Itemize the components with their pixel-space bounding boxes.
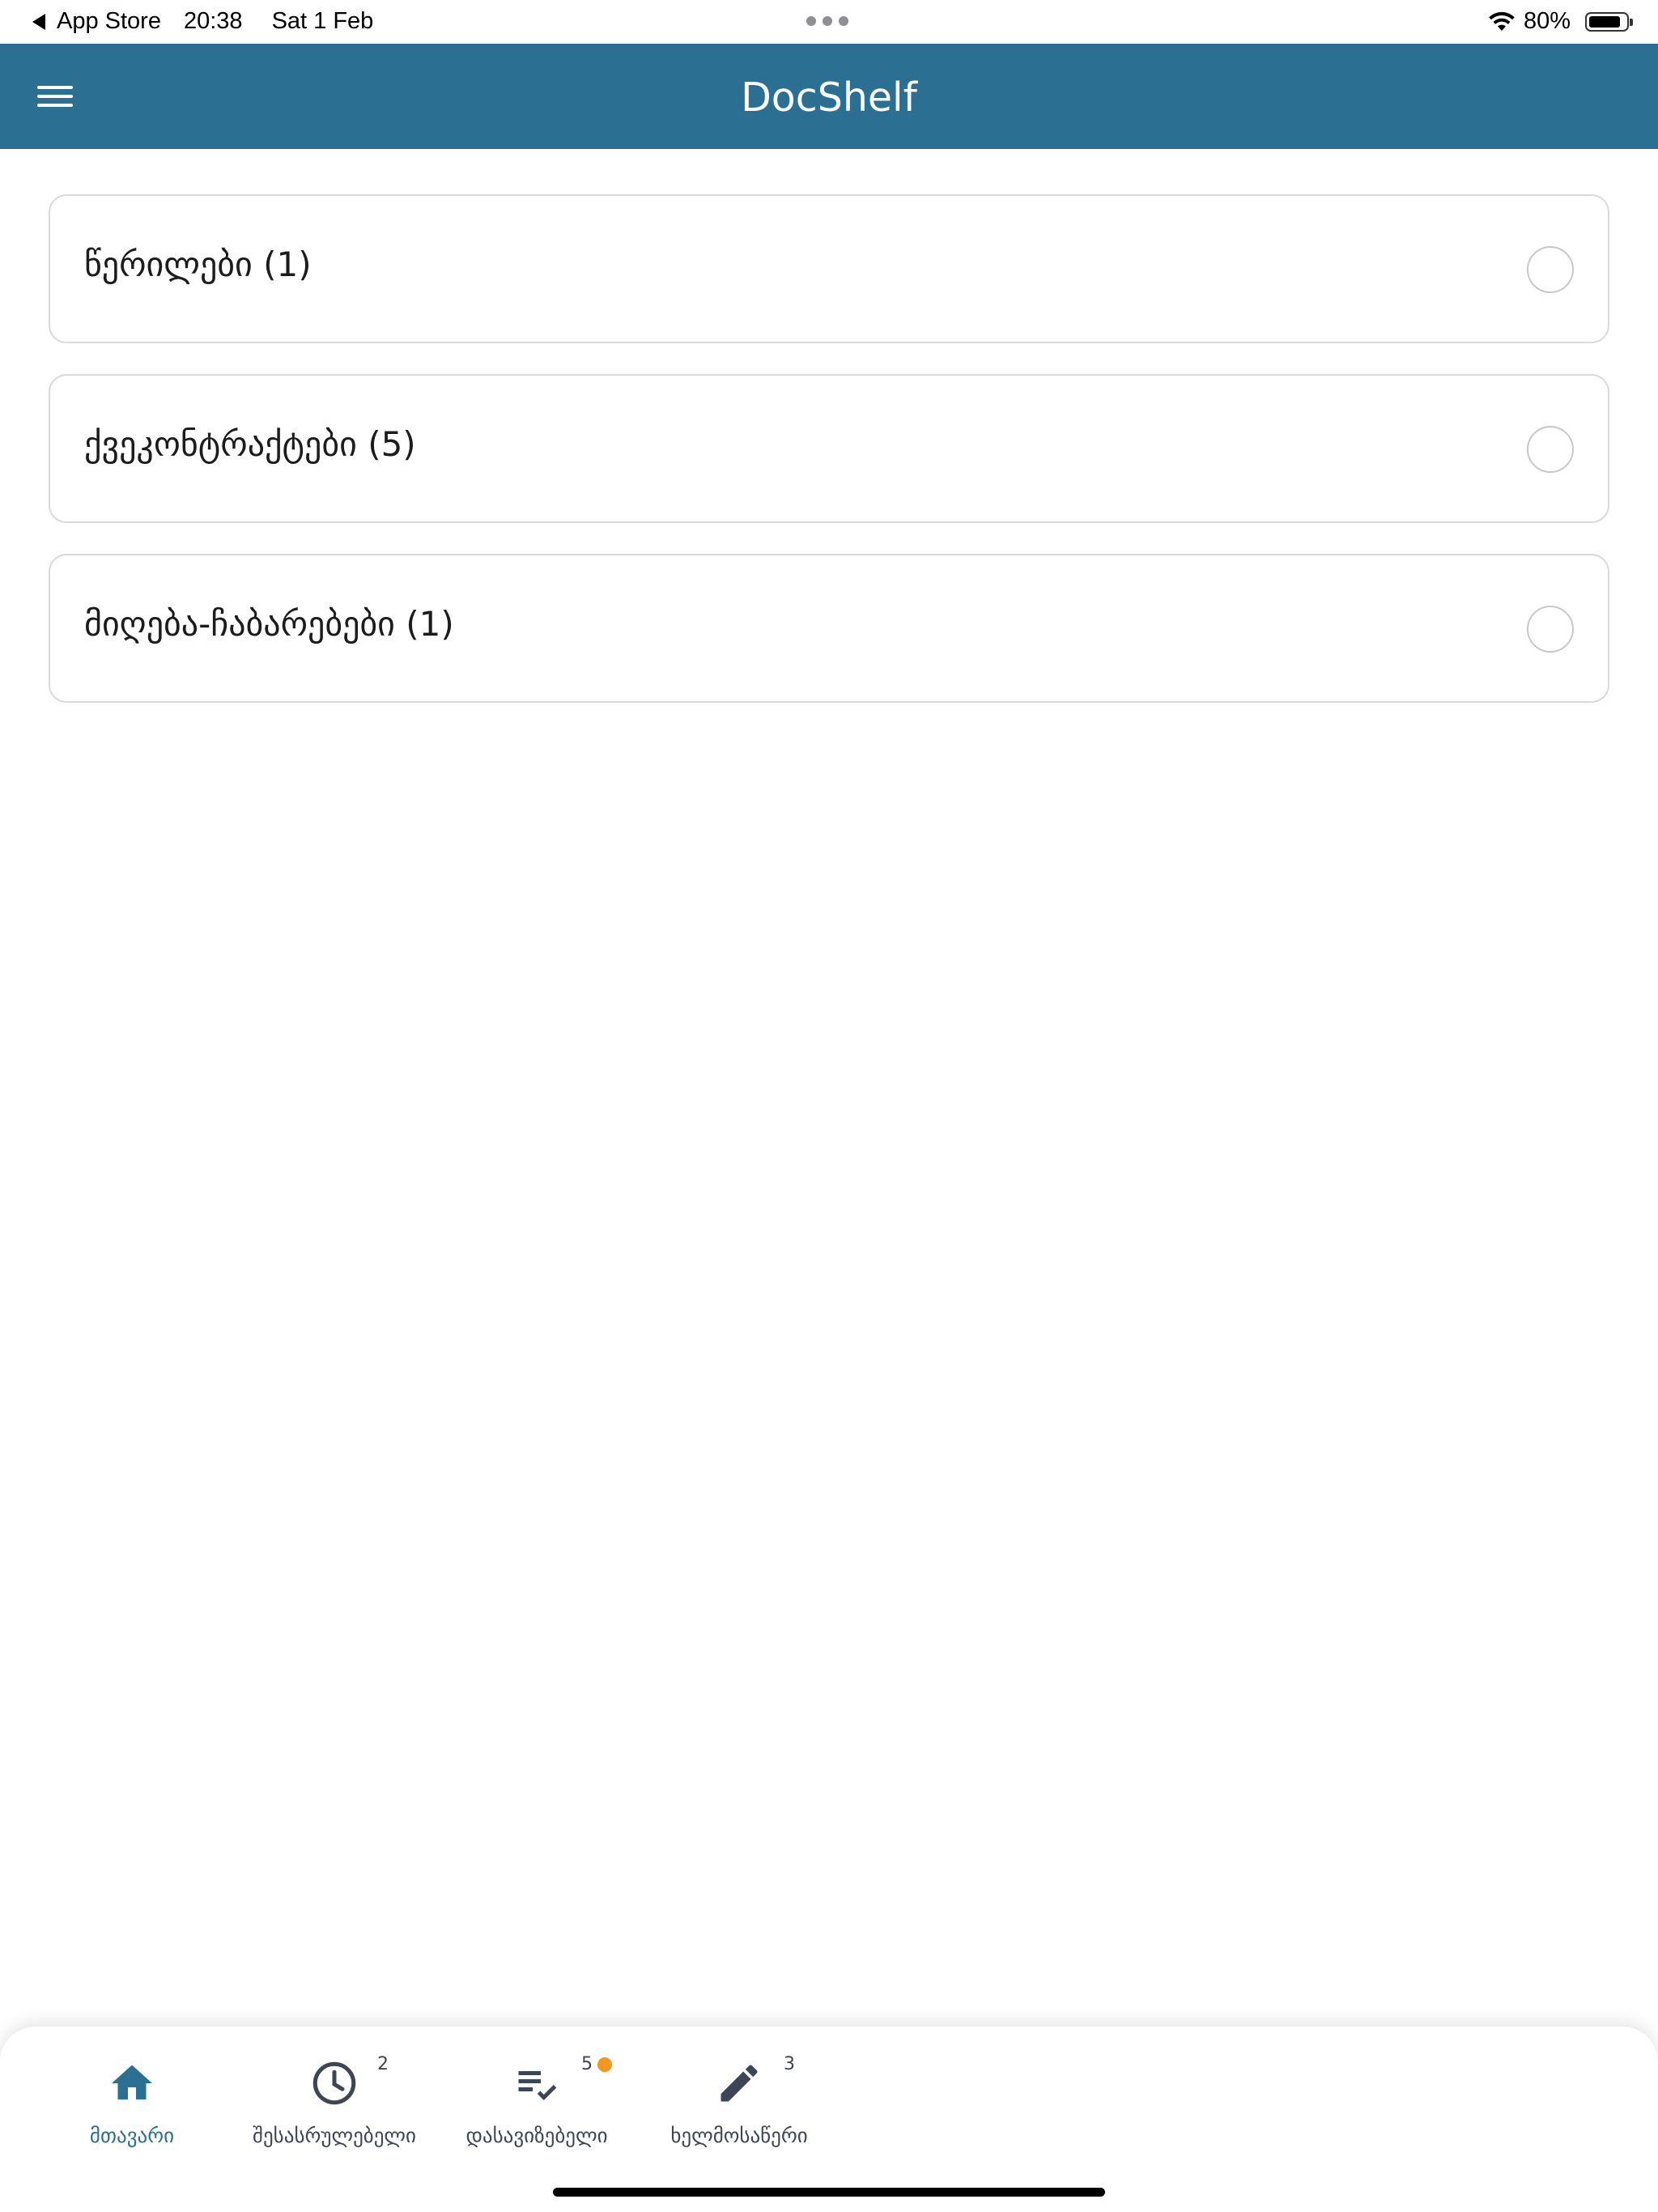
tab-label: ხელმოსაწერი [670,2124,808,2147]
tab-to-sign[interactable]: 3 ხელმოსაწერი [638,2054,840,2156]
tab-label: შესასრულებელი [253,2124,416,2147]
tab-badge: 2 [377,2054,389,2074]
app-screen: App Store 20:38 Sat 1 Feb 80% DocShelf წ… [0,0,1658,2212]
back-arrow-icon[interactable] [32,13,45,30]
radio-button[interactable] [1527,606,1574,653]
category-card-subcontracts[interactable]: ქვეკონტრაქტები (5) [49,374,1609,523]
tab-label: დასავიზებელი [466,2124,608,2147]
page-title: DocShelf [741,74,917,121]
battery-percent: 80% [1523,8,1571,34]
notification-dot [597,2057,612,2072]
status-date: Sat 1 Feb [271,8,374,34]
playlist-check-icon [518,2071,557,2101]
tab-to-execute[interactable]: 2 შესასრულებელი [233,2054,436,2156]
tab-badge: 5 [581,2054,612,2074]
tab-badge-count: 3 [784,2054,795,2074]
category-label: მიღება-ჩაბარებები (1) [84,604,454,644]
status-bar: App Store 20:38 Sat 1 Feb 80% [0,0,1658,44]
category-label: წერილები (1) [84,245,312,284]
tab-badge-count: 5 [581,2054,593,2074]
bottom-tab-bar: მთავარი 2 შესასრულებელი 5 დასავიზებელი 3… [0,2027,1658,2212]
status-right: 80% [1488,8,1633,35]
tab-to-approve[interactable]: 5 დასავიზებელი [436,2054,638,2156]
tab-home[interactable]: მთავარი [31,2059,233,2156]
multitasking-dots-icon[interactable] [806,16,848,26]
tab-badge: 3 [784,2054,795,2074]
radio-button[interactable] [1527,246,1574,293]
category-label: ქვეკონტრაქტები (5) [84,424,416,464]
category-card-acceptance[interactable]: მიღება-ჩაბარებები (1) [49,554,1609,703]
wifi-icon [1489,11,1515,31]
battery-icon [1585,11,1633,32]
home-indicator[interactable] [553,2188,1105,2197]
app-header: DocShelf [0,44,1658,149]
category-card-letters[interactable]: წერილები (1) [49,194,1609,343]
clock-icon [312,2061,356,2105]
status-left: App Store 20:38 Sat 1 Feb [32,8,373,35]
back-app-label[interactable]: App Store [57,8,161,35]
radio-button[interactable] [1527,426,1574,473]
tab-label: მთავარი [89,2124,175,2147]
home-icon [112,2065,152,2099]
category-list: წერილები (1) ქვეკონტრაქტები (5) მიღება-ჩ… [49,194,1609,734]
status-time: 20:38 [183,8,243,34]
tab-badge-count: 2 [377,2054,389,2074]
pencil-icon [721,2065,758,2102]
